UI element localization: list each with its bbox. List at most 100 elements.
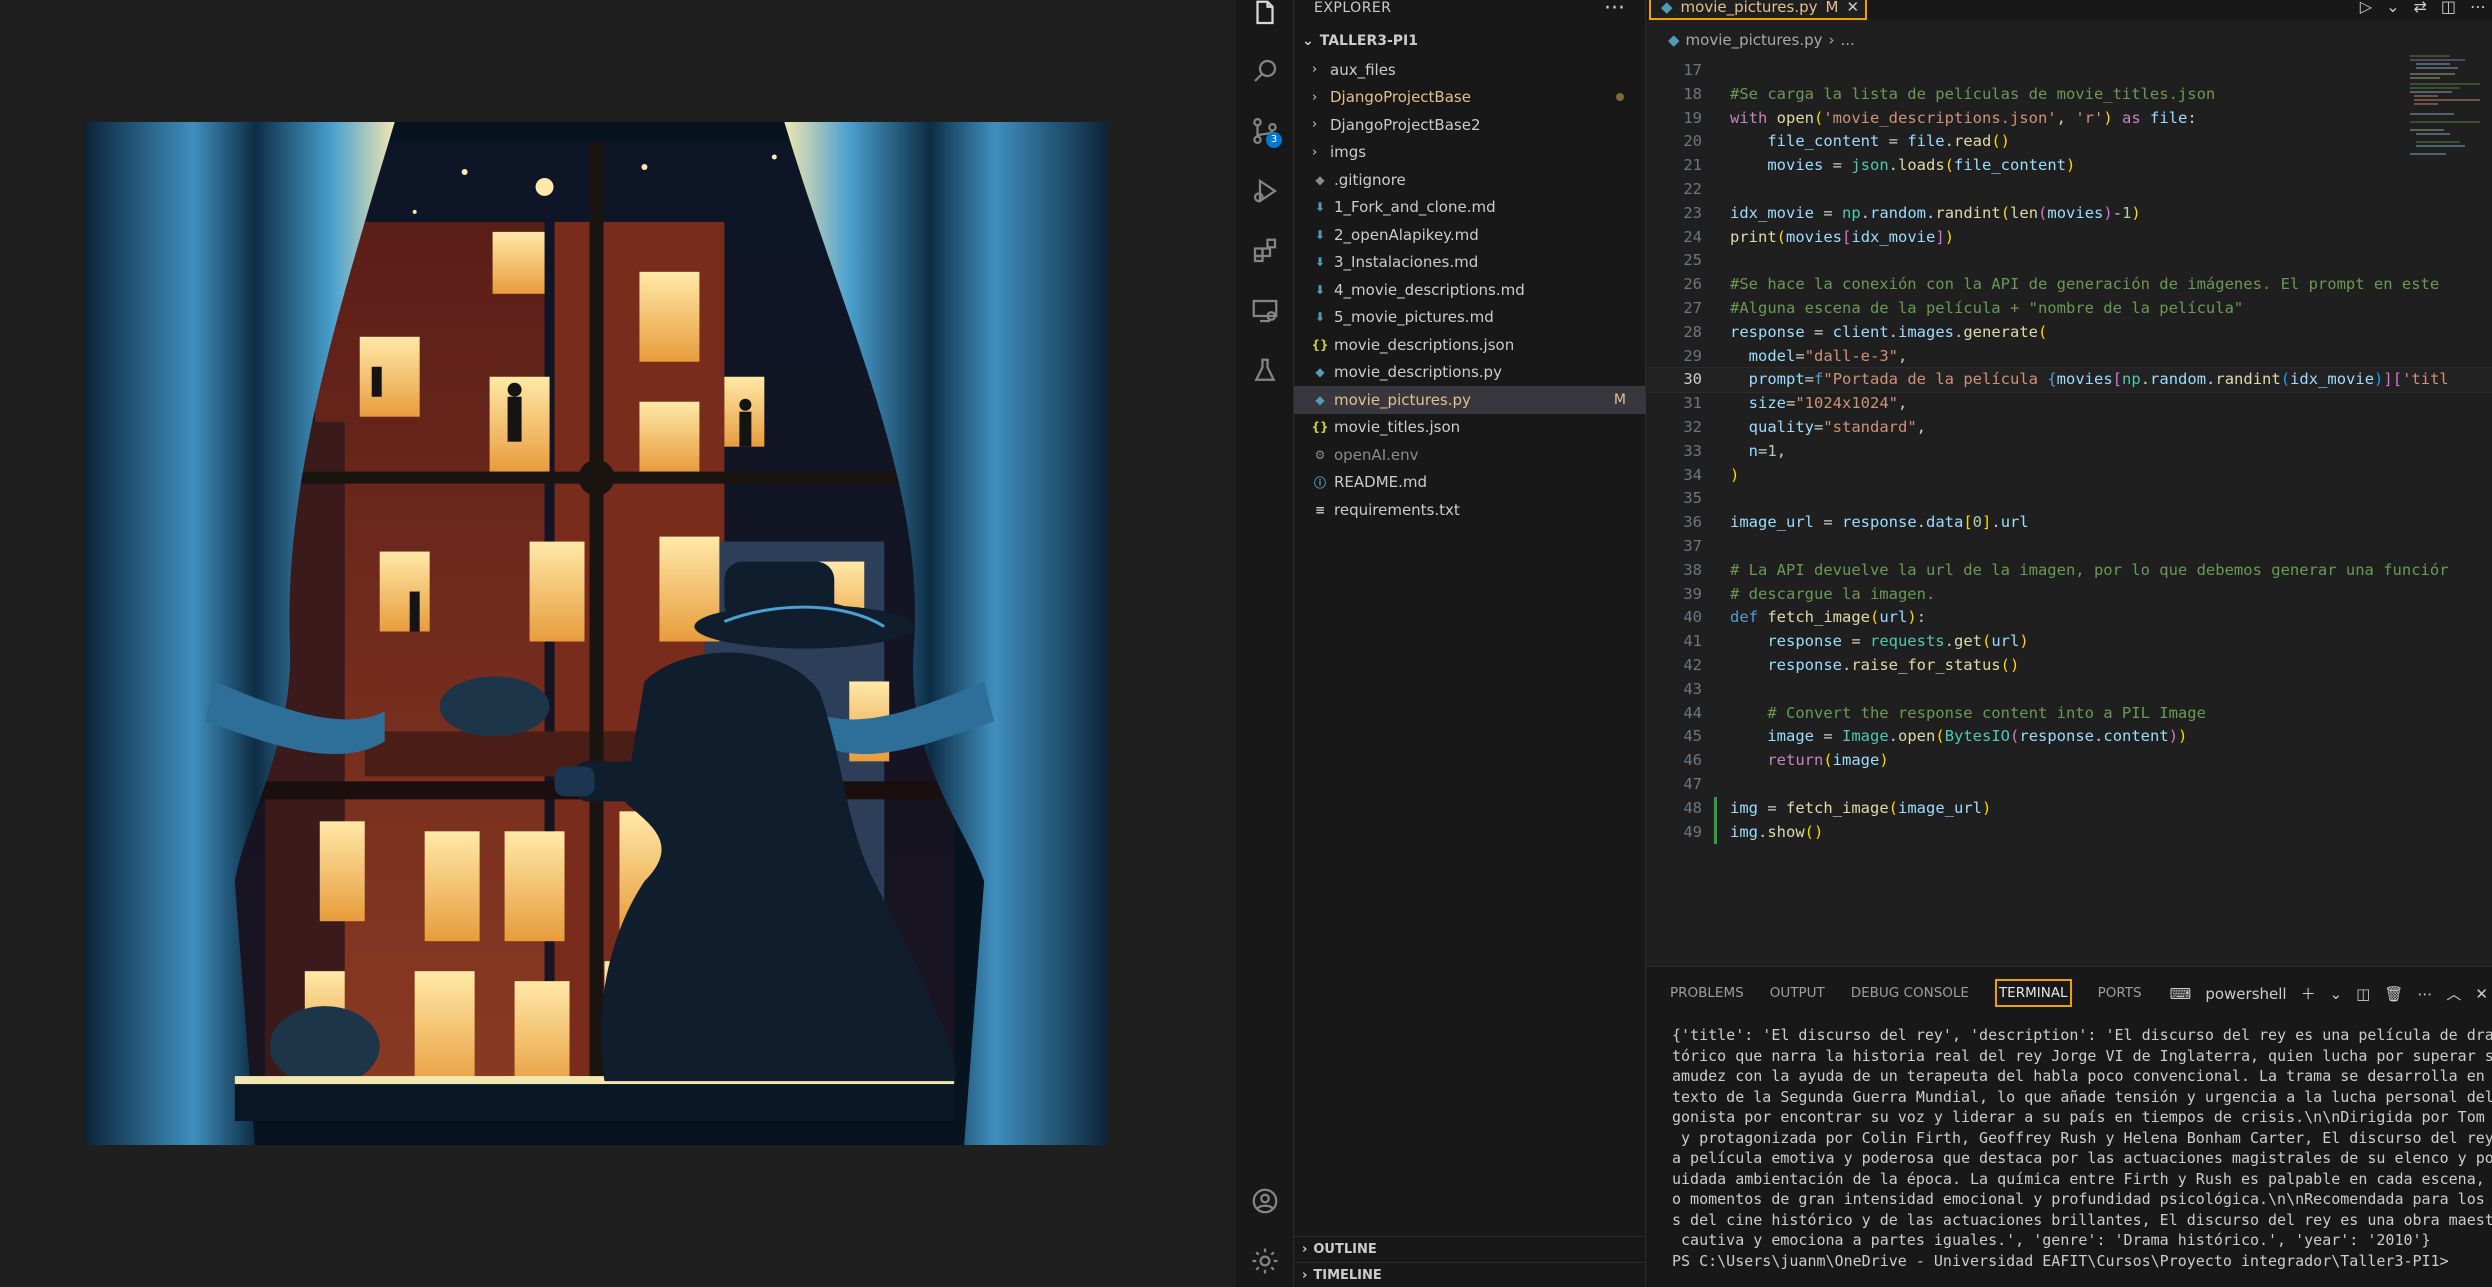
code-text: file_content = file.read() <box>1767 132 2010 151</box>
file-tree-item[interactable]: ⬇ 5_movie_pictures.md <box>1294 304 1646 332</box>
code-line[interactable]: 28 response = client.images.generate( <box>1646 321 2492 345</box>
code-line[interactable]: 26 #Se hace la conexión con la API de gen… <box>1646 273 2492 297</box>
split-terminal-icon[interactable]: ◫ <box>2356 985 2370 1003</box>
code-line[interactable]: 21 movies = json.loads(file_content) <box>1646 154 2492 178</box>
chevron-down-icon[interactable]: ⌄ <box>2330 985 2343 1003</box>
code-line[interactable]: 37 <box>1646 535 2492 559</box>
explorer-icon[interactable] <box>1246 0 1284 32</box>
code-line[interactable]: 33 n=1, <box>1646 440 2492 464</box>
file-tree-item[interactable]: {} movie_titles.json <box>1294 414 1646 442</box>
close-icon[interactable]: ✕ <box>1846 0 1859 16</box>
code-line[interactable]: 42 response.raise_for_status() <box>1646 654 2492 678</box>
chevron-down-icon[interactable]: ⌄ <box>2386 0 2399 16</box>
code-line[interactable]: 31 size="1024x1024", <box>1646 392 2492 416</box>
code-line[interactable]: 17 <box>1646 59 2492 83</box>
file-tree-item[interactable]: ⓘ README.md <box>1294 469 1646 497</box>
terminal-shell-label[interactable]: powershell <box>2205 985 2286 1003</box>
file-tree-item[interactable]: › DjangoProjectBase2 <box>1294 111 1646 139</box>
remote-explorer-icon[interactable] <box>1246 292 1284 330</box>
run-debug-icon[interactable] <box>1246 172 1284 210</box>
line-number: 24 <box>1683 227 1702 246</box>
manage-gear-icon[interactable] <box>1246 1242 1284 1280</box>
file-tree-item[interactable]: {} movie_descriptions.json <box>1294 331 1646 359</box>
file-tree-item[interactable]: ⬇ 2_openAlapikey.md <box>1294 221 1646 249</box>
code-line[interactable]: 43 <box>1646 678 2492 702</box>
search-icon[interactable] <box>1246 52 1284 90</box>
editor-tab-bar: ◆ movie_pictures.py M ✕ ▷ ⌄ ⇄ ◫ ⋯ <box>1646 0 2492 20</box>
panel-tab-problems[interactable]: PROBLEMS <box>1670 985 1744 1007</box>
code-line[interactable]: 49 img.show() <box>1646 820 2492 845</box>
code-text: movies = json.loads(file_content) <box>1767 156 2076 175</box>
python-file-icon: ◆ <box>1661 0 1673 16</box>
file-tree-item[interactable]: › DjangoProjectBase <box>1294 84 1646 112</box>
code-line[interactable]: 46 return(image) <box>1646 749 2492 773</box>
file-tree-item[interactable]: ⬇ 3_Instalaciones.md <box>1294 249 1646 277</box>
code-line[interactable]: 36 image_url = response.data[0].url <box>1646 511 2492 535</box>
split-editor-icon[interactable]: ◫ <box>2441 0 2456 16</box>
code-line[interactable]: 39 # descargue la imagen. <box>1646 583 2492 607</box>
outline-section[interactable]: › OUTLINE <box>1294 1236 1646 1262</box>
code-line[interactable]: 24 print(movies[idx_movie]) <box>1646 226 2492 250</box>
file-tree-item[interactable]: ⚙ openAI.env <box>1294 441 1646 469</box>
code-line[interactable]: 35 <box>1646 487 2492 511</box>
extensions-icon[interactable] <box>1246 232 1284 270</box>
code-line[interactable]: 38 # La API devuelve la url de la imagen,… <box>1646 559 2492 583</box>
panel-tab-output[interactable]: OUTPUT <box>1770 985 1825 1007</box>
code-line[interactable]: 41 response = requests.get(url) <box>1646 630 2492 654</box>
more-actions-icon[interactable]: ⋯ <box>2417 985 2432 1003</box>
code-line[interactable]: 34) <box>1646 464 2492 488</box>
panel-tab-terminal[interactable]: TERMINAL <box>1994 979 2072 1007</box>
code-line[interactable]: 18 #Se carga la lista de películas de mov… <box>1646 83 2492 107</box>
terminal-line: cautiva y emociona a partes iguales.', '… <box>1672 1231 2431 1249</box>
more-actions-icon[interactable]: ⋯ <box>2470 0 2486 16</box>
terminal-output[interactable]: {'title': 'El discurso del rey', 'descri… <box>1672 1025 2492 1271</box>
code-line[interactable]: 22 <box>1646 178 2492 202</box>
maximize-panel-icon[interactable]: ︿ <box>2446 983 2461 1004</box>
file-tree-item[interactable]: ◆ movie_descriptions.py <box>1294 359 1646 387</box>
file-tree-item[interactable]: ◆ movie_pictures.py M <box>1294 386 1646 414</box>
timeline-section[interactable]: › TIMELINE <box>1294 1262 1646 1287</box>
py-file-icon: ◆ <box>1315 365 1325 380</box>
workspace-root-folder[interactable]: ⌄ TALLER3-PI1 <box>1302 30 1418 52</box>
tab-movie-pictures-py[interactable]: ◆ movie_pictures.py M ✕ <box>1649 0 1867 20</box>
accounts-icon[interactable] <box>1246 1182 1284 1220</box>
breadcrumb-file[interactable]: movie_pictures.py <box>1686 31 1823 49</box>
md-file-icon: ⬇ <box>1314 227 1326 242</box>
code-line[interactable]: 25 <box>1646 249 2492 273</box>
source-control-icon[interactable]: 3 <box>1246 112 1284 150</box>
testing-icon[interactable] <box>1246 352 1284 390</box>
file-tree-item[interactable]: › imgs <box>1294 139 1646 167</box>
scm-count-badge: 3 <box>1266 132 1282 148</box>
breadcrumb-symbol[interactable]: ... <box>1840 31 1854 49</box>
panel-tab-ports[interactable]: PORTS <box>2098 985 2142 1007</box>
panel-tab-debug-console[interactable]: DEBUG CONSOLE <box>1851 985 1969 1007</box>
file-tree-item[interactable]: ⬇ 1_Fork_and_clone.md <box>1294 194 1646 222</box>
code-line[interactable]: 30 prompt=f"Portada de la película {movi… <box>1645 367 2492 394</box>
line-number: 26 <box>1683 275 1702 294</box>
file-tree-item[interactable]: ≡ requirements.txt <box>1294 496 1646 524</box>
file-tree-item[interactable]: ⬇ 4_movie_descriptions.md <box>1294 276 1646 304</box>
code-editor[interactable]: 17 18 #Se carga la lista de películas de m… <box>1645 59 2492 845</box>
code-line[interactable]: 32 quality="standard", <box>1646 416 2492 440</box>
code-line[interactable]: 19 with open('movie_descriptions.json', '… <box>1646 107 2492 131</box>
close-panel-icon[interactable]: ✕ <box>2475 985 2488 1003</box>
compare-changes-icon[interactable]: ⇄ <box>2413 0 2426 16</box>
file-tree-item[interactable]: ◆ .gitignore <box>1294 166 1646 194</box>
code-line[interactable]: 40 def fetch_image(url): <box>1646 606 2492 630</box>
code-line[interactable]: 27 #Alguna escena de la película + "nombr… <box>1646 297 2492 321</box>
code-line[interactable]: 23 idx_movie = np.random.randint(len(movi… <box>1646 202 2492 226</box>
code-text: response = client.images.generate( <box>1730 322 2048 341</box>
new-terminal-icon[interactable]: ＋ <box>2301 983 2316 1004</box>
code-line[interactable]: 44 # Convert the response content into a… <box>1646 702 2492 726</box>
explorer-more-actions[interactable]: ··· <box>1604 0 1625 21</box>
code-line[interactable]: 47 <box>1646 773 2492 797</box>
code-line[interactable]: 20 file_content = file.read() <box>1646 130 2492 154</box>
run-file-icon[interactable]: ▷ <box>2360 0 2372 16</box>
file-tree-item[interactable]: › aux_files <box>1294 56 1646 84</box>
trash-icon[interactable]: 🗑 <box>2384 985 2403 1003</box>
code-line[interactable]: 29 model="dall-e-3", <box>1646 345 2492 369</box>
code-line[interactable]: 48 img = fetch_image(image_url) <box>1646 796 2492 821</box>
code-text: image_url = response.data[0].url <box>1730 513 2029 532</box>
bottom-panel: PROBLEMS OUTPUT DEBUG CONSOLE TERMINAL PORTS… <box>1646 966 2492 1287</box>
code-line[interactable]: 45 image = Image.open(BytesIO(response.c… <box>1646 725 2492 749</box>
